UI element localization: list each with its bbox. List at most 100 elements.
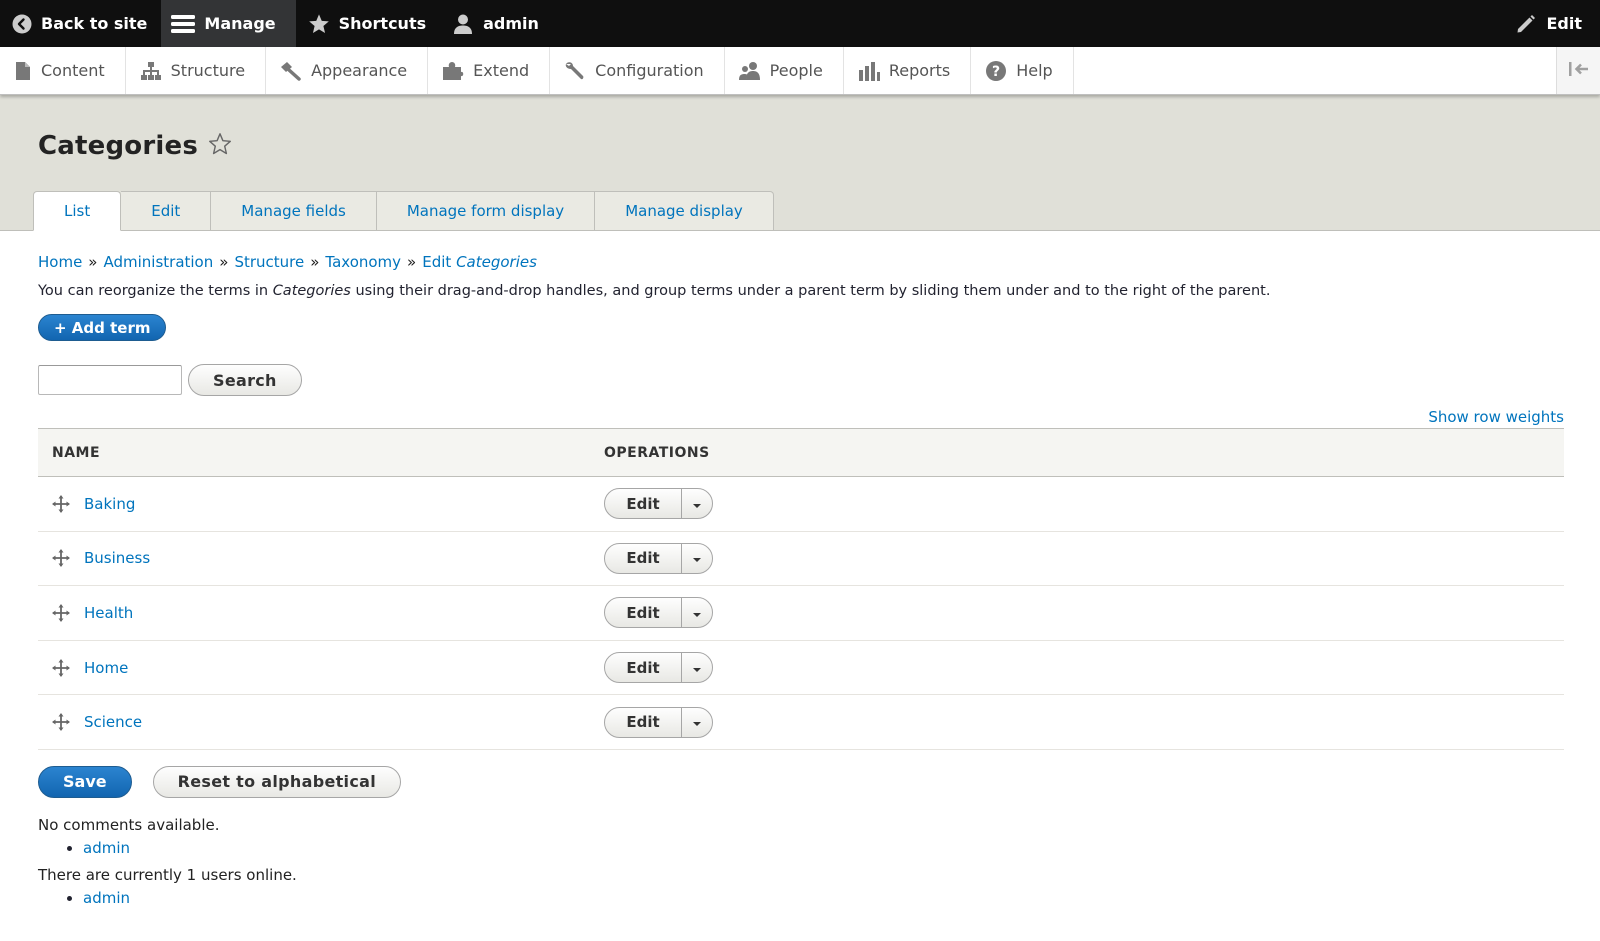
tray-item-reports[interactable]: Reports — [844, 47, 972, 94]
column-header-operations: OPERATIONS — [590, 428, 1564, 477]
edit-mode-toggle[interactable]: Edit — [1503, 0, 1600, 47]
tab-manage-fields[interactable]: Manage fields — [211, 191, 377, 231]
dropbutton-toggle[interactable] — [682, 489, 712, 518]
operations-dropbutton: Edit — [604, 488, 713, 520]
term-link[interactable]: Science — [84, 713, 142, 731]
online-users-status: There are currently 1 users online. — [38, 865, 297, 884]
tray-item-configuration[interactable]: Configuration — [550, 47, 725, 94]
back-to-site-link[interactable]: Back to site — [0, 0, 161, 47]
reset-alphabetical-button[interactable]: Reset to alphabetical — [152, 765, 402, 798]
breadcrumb-edit-categories[interactable]: Edit Categories — [422, 253, 537, 271]
description-before: You can reorganize the terms in — [38, 283, 269, 299]
caret-down-icon — [692, 659, 702, 677]
breadcrumb-separator: » — [88, 253, 98, 271]
tray-item-extend[interactable]: Extend — [428, 47, 551, 94]
breadcrumb-taxonomy[interactable]: Taxonomy — [325, 253, 401, 271]
tab-manage-display[interactable]: Manage display — [595, 191, 774, 231]
terms-table: NAME OPERATIONS Baking Edit Business Edi… — [38, 428, 1564, 750]
tray-item-label: Content — [41, 61, 105, 80]
dropbutton-toggle[interactable] — [682, 653, 712, 682]
edit-term-button[interactable]: Edit — [605, 707, 682, 737]
tray-item-content[interactable]: Content — [0, 47, 126, 94]
shortcuts-tab[interactable]: Shortcuts — [296, 0, 441, 47]
tray-orientation-toggle[interactable] — [1556, 47, 1600, 94]
dropbutton-toggle[interactable] — [682, 544, 712, 573]
description-vocabulary: Categories — [272, 283, 351, 299]
people-icon — [738, 61, 761, 81]
breadcrumb-separator: » — [310, 253, 320, 271]
tray-item-label: Configuration — [595, 61, 704, 80]
tray-item-label: People — [769, 61, 823, 80]
tab-manage-form-display[interactable]: Manage form display — [376, 191, 596, 231]
term-link[interactable]: Business — [84, 549, 150, 567]
edit-mode-label: Edit — [1546, 14, 1582, 33]
page-title-row: Categories — [38, 131, 232, 161]
breadcrumb-edit-vocabulary: Categories — [456, 253, 537, 271]
bar-chart-icon — [858, 61, 880, 81]
tray-item-label: Structure — [170, 61, 246, 80]
row-weights-wrapper: Show row weights — [38, 408, 1564, 426]
shortcuts-label: Shortcuts — [338, 14, 427, 33]
dropbutton-toggle[interactable] — [682, 598, 712, 627]
dropbutton-toggle[interactable] — [682, 708, 712, 737]
tab-edit[interactable]: Edit — [121, 191, 212, 231]
online-user-list: admin — [83, 889, 1564, 911]
term-link[interactable]: Baking — [84, 495, 135, 513]
table-header-row: NAME OPERATIONS — [38, 428, 1564, 477]
breadcrumb-structure[interactable]: Structure — [234, 253, 304, 271]
help-description: You can reorganize the terms in Categori… — [38, 283, 1564, 299]
caret-down-icon — [692, 713, 702, 731]
save-button[interactable]: Save — [38, 765, 132, 798]
page-title: Categories — [38, 131, 199, 161]
tray-item-people[interactable]: People — [725, 47, 844, 94]
tab-list[interactable]: List — [33, 191, 122, 231]
tray-item-label: Help — [1016, 61, 1053, 80]
user-label: admin — [483, 14, 539, 33]
table-row: Home Edit — [38, 640, 1564, 696]
shortcut-star-icon[interactable] — [208, 132, 232, 160]
tray-item-label: Reports — [888, 61, 951, 80]
tray-item-label: Appearance — [311, 61, 408, 80]
term-link[interactable]: Home — [84, 659, 128, 677]
user-tab[interactable]: admin — [440, 0, 553, 47]
back-arrow-icon — [12, 14, 32, 34]
drag-handle-icon[interactable] — [52, 549, 70, 568]
form-actions: Save Reset to alphabetical — [38, 765, 1564, 798]
tray-item-label: Extend — [473, 61, 530, 80]
pencil-icon — [1515, 13, 1537, 35]
table-row: Business Edit — [38, 531, 1564, 587]
primary-tabs: List Edit Manage fields Manage form disp… — [33, 191, 774, 231]
edit-term-button[interactable]: Edit — [605, 653, 682, 683]
svg-text:?: ? — [992, 64, 1000, 80]
drag-handle-icon[interactable] — [52, 713, 70, 732]
star-icon — [308, 13, 330, 35]
tray-item-help[interactable]: ? Help — [971, 47, 1074, 94]
breadcrumb-home[interactable]: Home — [38, 253, 82, 271]
operations-dropbutton: Edit — [604, 542, 713, 574]
edit-term-button[interactable]: Edit — [605, 543, 682, 573]
search-form: Search — [38, 364, 1564, 396]
table-row: Baking Edit — [38, 476, 1564, 532]
user-link[interactable]: admin — [83, 839, 130, 857]
tray-item-appearance[interactable]: Appearance — [266, 47, 429, 94]
edit-term-button[interactable]: Edit — [605, 489, 682, 519]
operations-dropbutton: Edit — [604, 652, 713, 684]
manage-tab[interactable]: Manage — [161, 0, 296, 47]
drag-handle-icon[interactable] — [52, 658, 70, 677]
operations-dropbutton: Edit — [604, 706, 713, 738]
tray-item-structure[interactable]: Structure — [126, 47, 267, 94]
drag-handle-icon[interactable] — [52, 603, 70, 622]
breadcrumb: Home » Administration » Structure » Taxo… — [38, 253, 1564, 271]
drag-handle-icon[interactable] — [52, 494, 70, 513]
user-link[interactable]: admin — [83, 889, 130, 907]
edit-term-button[interactable]: Edit — [605, 598, 682, 628]
search-button[interactable]: Search — [188, 364, 302, 396]
column-header-name: NAME — [38, 428, 590, 477]
breadcrumb-administration[interactable]: Administration — [103, 253, 213, 271]
search-input[interactable] — [38, 365, 182, 395]
add-term-button[interactable]: + Add term — [38, 314, 167, 341]
show-row-weights-link[interactable]: Show row weights — [1428, 408, 1564, 426]
admin-tray: Content Structure Appearance Extend Conf… — [0, 47, 1600, 95]
term-link[interactable]: Health — [84, 604, 133, 622]
caret-down-icon — [692, 604, 702, 622]
